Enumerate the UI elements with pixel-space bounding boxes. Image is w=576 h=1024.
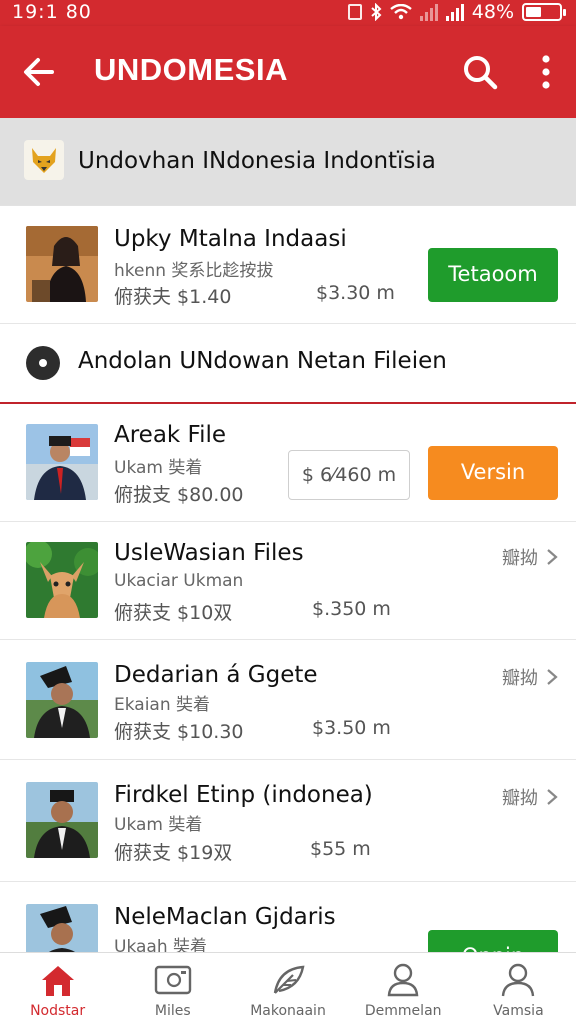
item-action-label: 瓣拗: [502, 788, 538, 809]
avatar: [26, 782, 98, 858]
nav-label: Makonaain: [250, 1003, 326, 1019]
nav-item-home[interactable]: Nodstar: [0, 953, 115, 1024]
bottom-navigation: Nodstar Miles Makonaain Demmelan Vamsia: [0, 952, 576, 1024]
more-options-icon[interactable]: [524, 50, 568, 94]
status-bar: 19:1 80 48%: [0, 0, 576, 26]
item-price: 俯获夫 $1.40: [114, 286, 232, 308]
nav-item-demmelan[interactable]: Demmelan: [346, 953, 461, 1024]
list-item[interactable]: NeleMaclan Gjdaris Ukaah 奘着 Oppin: [0, 882, 576, 952]
app-bar: UNDOMESIA: [0, 26, 576, 118]
item-action-button[interactable]: Versin: [428, 446, 558, 500]
person-icon: [387, 963, 419, 997]
list-item[interactable]: Dedarian á Ggete Ekaian 奘着 俯获支 $10.30 $3…: [0, 640, 576, 760]
signal-icon: [419, 3, 438, 21]
item-subtitle: Ekaian 奘着: [114, 695, 211, 715]
nav-item-vamsia[interactable]: Vamsia: [461, 953, 576, 1024]
item-action-label: 瓣拗: [502, 548, 538, 569]
section-header[interactable]: Andolan UNdowan Netan Fileien: [0, 324, 576, 404]
nav-label: Demmelan: [364, 1003, 442, 1019]
profile-icon: [502, 963, 535, 997]
battery-percent: 48%: [471, 1, 514, 23]
chevron-right-icon: [547, 789, 558, 805]
nav-label: Nodstar: [30, 1003, 86, 1019]
item-title: Dedarian á Ggete: [114, 662, 318, 688]
image-icon: [154, 965, 191, 995]
list-item[interactable]: UsleWasian Files Ukaciar Ukman 俯获支 $10双 …: [0, 522, 576, 640]
item-price: 俯获支 $19双: [114, 842, 233, 864]
list-item[interactable]: Areak File Ukam 奘着 俯拔支 $80.00 $ 6⁄460 m …: [0, 404, 576, 522]
nav-label: Miles: [154, 1003, 191, 1019]
list-item[interactable]: Firdkel Etinp (indonea) Ukam 奘着 俯获支 $19双…: [0, 760, 576, 882]
signal-icon: [445, 3, 464, 21]
wifi-icon: [390, 4, 412, 20]
item-size: $55 m: [310, 838, 371, 860]
nfc-icon: [347, 4, 362, 20]
item-action-button[interactable]: Tetaoom: [428, 248, 558, 302]
item-price: 俯拔支 $80.00: [114, 484, 244, 506]
section-title: Undovhan INdonesia Indontïsia: [78, 148, 436, 174]
avatar: [26, 662, 98, 738]
item-subtitle: Ukaciar Ukman: [114, 571, 244, 591]
avatar: [26, 904, 98, 952]
item-price: 俯获支 $10双: [114, 602, 233, 624]
price-box[interactable]: $ 6⁄460 m: [288, 450, 410, 500]
disc-icon: [26, 346, 60, 380]
item-price: 俯获支 $10.30: [114, 721, 244, 743]
home-icon: [41, 966, 74, 996]
avatar: [26, 542, 98, 618]
item-action-link[interactable]: 瓣拗: [502, 784, 558, 810]
nav-item-miles[interactable]: Miles: [115, 953, 230, 1024]
status-icons: 48%: [347, 1, 566, 23]
item-subtitle: Ukam 奘着: [114, 815, 203, 835]
fox-logo-icon: [24, 140, 64, 180]
item-size: $.350 m: [312, 598, 391, 620]
battery-icon: [522, 3, 566, 21]
feather-icon: [273, 965, 305, 994]
status-time: 19:1 80: [12, 1, 92, 23]
section-header[interactable]: Undovhan INdonesia Indontïsia: [0, 118, 576, 206]
avatar: [26, 226, 98, 302]
item-subtitle: Ukam 奘着: [114, 458, 203, 478]
section-title: Andolan UNdowan Netan Fileien: [78, 348, 447, 374]
item-action-button[interactable]: Oppin: [428, 930, 558, 952]
item-size: $3.50 m: [312, 717, 391, 739]
nav-item-makonaain[interactable]: Makonaain: [230, 953, 345, 1024]
item-action-link[interactable]: 瓣拗: [502, 664, 558, 690]
bluetooth-icon: [371, 3, 382, 21]
item-size: $3.30 m: [316, 282, 395, 304]
avatar: [26, 424, 98, 500]
nav-label: Vamsia: [493, 1003, 544, 1019]
item-action-link[interactable]: 瓣拗: [502, 544, 558, 570]
chevron-right-icon: [547, 549, 558, 565]
list-item[interactable]: Upky Mtalna Indaasi hkenn 奖系比趁按拔 俯获夫 $1.…: [0, 206, 576, 324]
item-title: Upky Mtalna Indaasi: [114, 226, 347, 252]
chevron-right-icon: [547, 669, 558, 685]
item-subtitle: hkenn 奖系比趁按拔: [114, 261, 274, 281]
item-action-label: 瓣拗: [502, 668, 538, 689]
page-title: UNDOMESIA: [94, 52, 288, 87]
item-subtitle: Ukaah 奘着: [114, 937, 208, 952]
back-arrow-icon[interactable]: [18, 50, 62, 94]
item-title: UsleWasian Files: [114, 540, 304, 566]
item-title: Areak File: [114, 422, 227, 448]
item-title: Firdkel Etinp (indonea): [114, 782, 373, 808]
item-title: NeleMaclan Gjdaris: [114, 904, 336, 930]
search-icon[interactable]: [458, 50, 502, 94]
